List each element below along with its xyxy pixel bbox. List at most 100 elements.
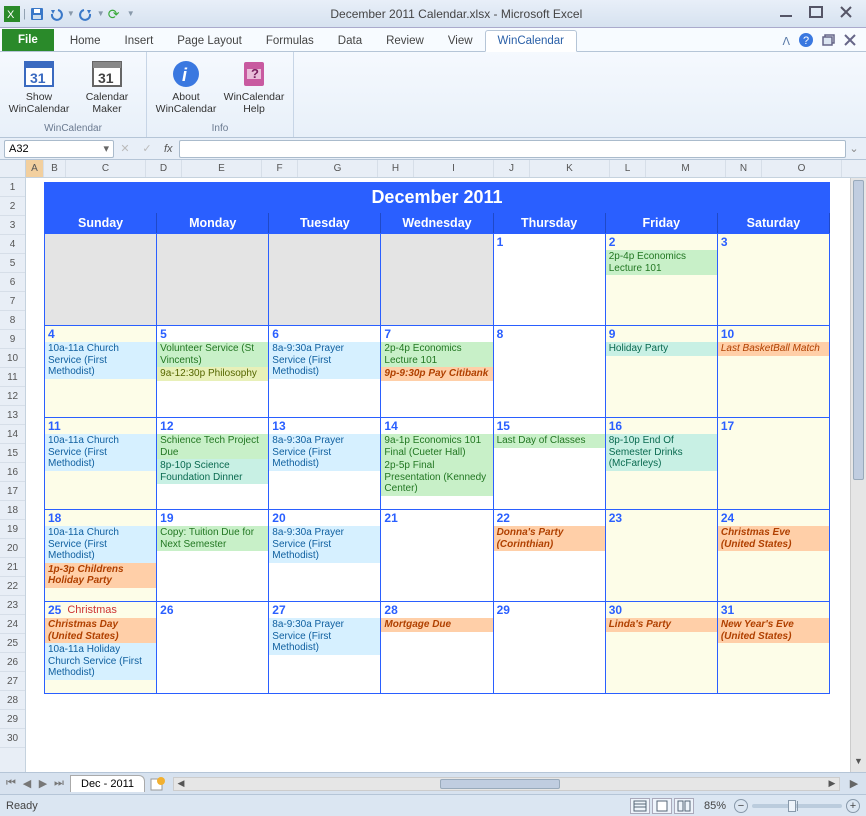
calendar-cell[interactable]: 28Mortgage Due bbox=[381, 601, 493, 693]
calendar-cell[interactable]: 19Copy: Tuition Due for Next Semester bbox=[157, 509, 269, 601]
calendar-cell[interactable]: 22p-4p Economics Lecture 101 bbox=[606, 233, 718, 325]
calendar-event[interactable]: 2p-5p Final Presentation (Kennedy Center… bbox=[381, 459, 492, 496]
calendar-event[interactable]: Copy: Tuition Due for Next Semester bbox=[157, 526, 268, 551]
save-icon[interactable] bbox=[29, 6, 45, 22]
undo-icon[interactable] bbox=[48, 6, 64, 22]
calendar-cell[interactable]: 3 bbox=[718, 233, 830, 325]
tab-data[interactable]: Data bbox=[326, 31, 374, 51]
vertical-scroll-thumb[interactable] bbox=[853, 180, 864, 480]
calendar-event[interactable]: 8a-9:30a Prayer Service (First Methodist… bbox=[269, 618, 380, 655]
calendar-cell[interactable] bbox=[157, 233, 269, 325]
redo-dropdown-icon[interactable]: ▼ bbox=[97, 9, 105, 18]
restore-window-icon[interactable] bbox=[822, 34, 836, 49]
calendar-cell[interactable]: 23 bbox=[606, 509, 718, 601]
row-header[interactable]: 10 bbox=[0, 349, 25, 368]
calendar-event[interactable]: 9a-12:30p Philosophy bbox=[157, 367, 268, 381]
column-header[interactable]: H bbox=[378, 160, 414, 177]
close-workbook-icon[interactable] bbox=[844, 34, 856, 49]
calendar-cell[interactable]: 22Donna's Party (Corinthian) bbox=[494, 509, 606, 601]
vertical-scrollbar[interactable]: ▲ ▼ bbox=[850, 178, 866, 772]
tab-review[interactable]: Review bbox=[374, 31, 436, 51]
row-header[interactable]: 5 bbox=[0, 254, 25, 273]
row-header[interactable]: 17 bbox=[0, 482, 25, 501]
calendar-cell[interactable]: 29 bbox=[494, 601, 606, 693]
row-header[interactable]: 13 bbox=[0, 406, 25, 425]
row-header[interactable]: 18 bbox=[0, 501, 25, 520]
calendar-cell[interactable]: 168p-10p End Of Semester Drinks (McFarle… bbox=[606, 417, 718, 509]
select-all-corner[interactable] bbox=[0, 160, 25, 178]
calendar-event[interactable]: 9a-1p Economics 101 Final (Cueter Hall) bbox=[381, 434, 492, 459]
calendar-event[interactable]: New Year's Eve (United States) bbox=[718, 618, 829, 643]
calendar-event[interactable]: 8p-10p Science Foundation Dinner bbox=[157, 459, 268, 484]
calendar-event[interactable]: Mortgage Due bbox=[381, 618, 492, 632]
calendar-event[interactable]: 10a-11a Church Service (First Methodist) bbox=[45, 526, 156, 563]
calendar-cell[interactable]: 68a-9:30a Prayer Service (First Methodis… bbox=[269, 325, 381, 417]
zoom-level[interactable]: 85% bbox=[704, 800, 726, 812]
calendar-cell[interactable] bbox=[45, 233, 157, 325]
row-header[interactable]: 23 bbox=[0, 596, 25, 615]
calendar-event[interactable]: Holiday Party bbox=[606, 342, 717, 356]
calendar-event[interactable]: 2p-4p Economics Lecture 101 bbox=[606, 250, 717, 275]
zoom-slider[interactable]: − + bbox=[734, 799, 860, 813]
tab-file[interactable]: File bbox=[2, 29, 54, 51]
refresh-icon[interactable]: ⟳ bbox=[108, 6, 124, 22]
minimize-icon[interactable] bbox=[778, 5, 794, 22]
prev-sheet-icon[interactable]: ◀ bbox=[20, 777, 34, 791]
calendar-cell[interactable]: 15Last Day of Classes bbox=[494, 417, 606, 509]
zoom-in-icon[interactable]: + bbox=[846, 799, 860, 813]
calendar-event[interactable]: 1p-3p Childrens Holiday Party bbox=[45, 563, 156, 588]
row-header[interactable]: 21 bbox=[0, 558, 25, 577]
row-header[interactable]: 12 bbox=[0, 387, 25, 406]
calendar-event[interactable]: 2p-4p Economics Lecture 101 bbox=[381, 342, 492, 367]
fx-label[interactable]: fx bbox=[164, 143, 173, 155]
column-header[interactable]: N bbox=[726, 160, 762, 177]
calendar-cell[interactable]: 12Schience Tech Project Due8p-10p Scienc… bbox=[157, 417, 269, 509]
tab-wincalendar[interactable]: WinCalendar bbox=[485, 30, 577, 52]
calendar-cell[interactable]: 24Christmas Eve (United States) bbox=[718, 509, 830, 601]
column-header[interactable]: B bbox=[44, 160, 66, 177]
calendar-cell[interactable]: 208a-9:30a Prayer Service (First Methodi… bbox=[269, 509, 381, 601]
column-header[interactable]: F bbox=[262, 160, 298, 177]
column-header[interactable]: G bbox=[298, 160, 378, 177]
column-header[interactable]: K bbox=[530, 160, 610, 177]
row-header[interactable]: 11 bbox=[0, 368, 25, 387]
wincalendar-help-button[interactable]: ? WinCalendar Help bbox=[223, 56, 285, 117]
expand-formula-bar-icon[interactable]: ⌄ bbox=[846, 142, 862, 155]
formula-input[interactable] bbox=[179, 140, 846, 158]
page-break-view-icon[interactable] bbox=[674, 798, 694, 814]
scroll-right-end-icon[interactable]: ▶ bbox=[846, 777, 862, 790]
calendar-event[interactable]: Last BasketBall Match bbox=[718, 342, 829, 356]
calendar-event[interactable]: Donna's Party (Corinthian) bbox=[494, 526, 605, 551]
qat-dropdown-icon[interactable]: ▼ bbox=[127, 9, 135, 18]
next-sheet-icon[interactable]: ▶ bbox=[36, 777, 50, 791]
row-header[interactable]: 24 bbox=[0, 615, 25, 634]
row-header[interactable]: 15 bbox=[0, 444, 25, 463]
page-layout-view-icon[interactable] bbox=[652, 798, 672, 814]
first-sheet-icon[interactable]: ⏮ bbox=[4, 777, 18, 791]
calendar-event[interactable]: Volunteer Service (St Vincents) bbox=[157, 342, 268, 367]
row-header[interactable]: 25 bbox=[0, 634, 25, 653]
cancel-formula-icon[interactable]: ✕ bbox=[114, 142, 136, 155]
row-header[interactable]: 1 bbox=[0, 178, 25, 197]
row-header[interactable]: 16 bbox=[0, 463, 25, 482]
calendar-event[interactable]: Last Day of Classes bbox=[494, 434, 605, 448]
calendar-event[interactable]: 10a-11a Holiday Church Service (First Me… bbox=[45, 643, 156, 680]
scroll-left-icon[interactable]: ◀ bbox=[174, 778, 188, 790]
maximize-icon[interactable] bbox=[808, 5, 824, 22]
show-wincalendar-button[interactable]: 31 Show WinCalendar bbox=[8, 56, 70, 117]
calendar-maker-button[interactable]: 31 Calendar Maker bbox=[76, 56, 138, 117]
row-header[interactable]: 28 bbox=[0, 691, 25, 710]
calendar-cell[interactable]: 8 bbox=[494, 325, 606, 417]
horizontal-scroll-thumb[interactable] bbox=[440, 779, 560, 789]
calendar-cell[interactable]: 31New Year's Eve (United States) bbox=[718, 601, 830, 693]
last-sheet-icon[interactable]: ⏭ bbox=[52, 777, 66, 791]
calendar-cell[interactable]: 30Linda's Party bbox=[606, 601, 718, 693]
row-header[interactable]: 20 bbox=[0, 539, 25, 558]
calendar-event[interactable]: 10a-11a Church Service (First Methodist) bbox=[45, 434, 156, 471]
column-header[interactable]: E bbox=[182, 160, 262, 177]
row-header[interactable]: 7 bbox=[0, 292, 25, 311]
about-wincalendar-button[interactable]: i About WinCalendar bbox=[155, 56, 217, 117]
row-header[interactable]: 19 bbox=[0, 520, 25, 539]
row-header[interactable]: 9 bbox=[0, 330, 25, 349]
calendar-event[interactable]: 10a-11a Church Service (First Methodist) bbox=[45, 342, 156, 379]
